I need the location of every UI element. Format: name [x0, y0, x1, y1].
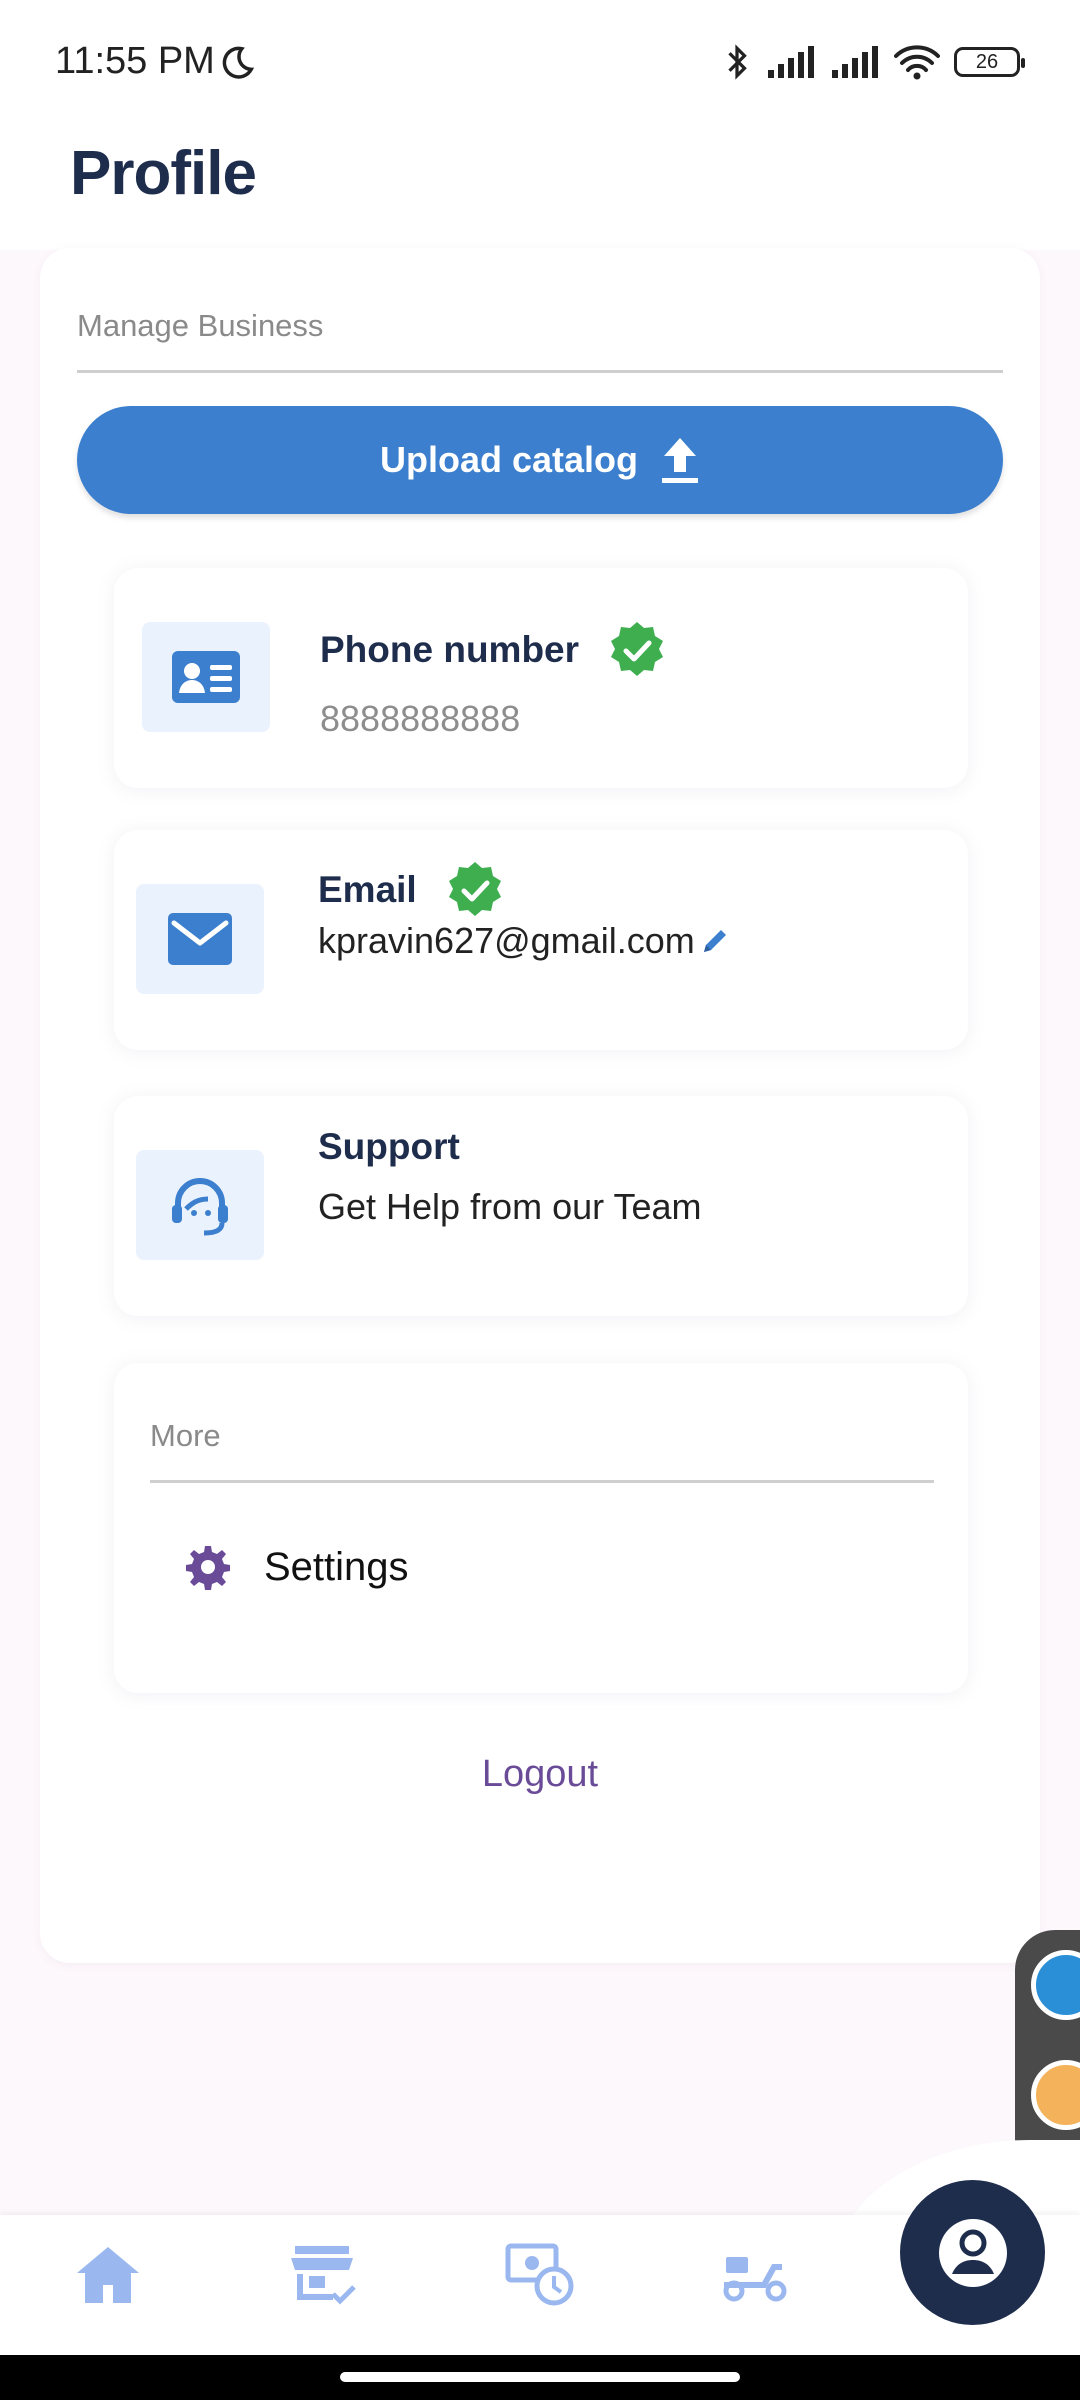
- header: Profile: [0, 120, 1080, 250]
- mail-icon: [168, 913, 232, 965]
- nav-payments[interactable]: [500, 2235, 580, 2315]
- bluetooth-icon: [728, 44, 747, 80]
- page-title: Profile: [70, 139, 257, 208]
- support-agent-icon: [172, 1178, 228, 1236]
- nav-profile[interactable]: [900, 2180, 1045, 2325]
- more-label: More: [150, 1418, 221, 1453]
- home-indicator[interactable]: [340, 2372, 740, 2382]
- wifi-icon: [894, 45, 940, 80]
- phone-number-card[interactable]: Phone number 8888888888: [114, 568, 968, 788]
- status-bar: 11:55 PM 26: [0, 0, 1080, 120]
- phone-number-title: Phone number: [320, 629, 580, 670]
- mail-icon-tile: [136, 884, 264, 994]
- support-icon-tile: [136, 1150, 264, 1260]
- email-value-row: kpravin627@gmail.com: [318, 920, 731, 962]
- nav-store[interactable]: [283, 2235, 363, 2315]
- gear-icon: [186, 1546, 230, 1590]
- upload-catalog-label: Upload catalog: [379, 439, 639, 480]
- home-icon: [77, 2247, 139, 2303]
- manage-business-label: Manage Business: [77, 308, 324, 343]
- nav-delivery[interactable]: [716, 2235, 796, 2315]
- edit-pencil-icon[interactable]: [699, 925, 731, 957]
- contact-card-icon: [172, 651, 240, 703]
- status-icons: 26: [722, 40, 1025, 84]
- store-check-icon: [291, 2246, 356, 2305]
- email-title-row: Email: [318, 860, 505, 920]
- support-subtitle: Get Help from our Team: [318, 1186, 702, 1227]
- phone-number-title-row: Phone number: [320, 620, 667, 680]
- upload-catalog-button[interactable]: Upload catalog: [77, 406, 1003, 514]
- email-value: kpravin627@gmail.com: [318, 920, 695, 961]
- more-card: More Settings: [114, 1363, 968, 1693]
- reward-bubble-icon[interactable]: [1031, 2060, 1080, 2130]
- profile-card: Manage Business Upload catalog Phone num…: [40, 248, 1040, 1963]
- assistant-bubble-icon[interactable]: [1031, 1950, 1080, 2020]
- upload-icon: [662, 438, 699, 483]
- verified-badge-icon: [448, 862, 501, 916]
- logout-link[interactable]: Logout: [40, 1753, 1040, 1796]
- signal-icon-2: [832, 46, 878, 78]
- settings-label: Settings: [264, 1544, 409, 1589]
- profile-icon: [938, 2218, 1007, 2287]
- verified-badge-icon: [611, 622, 664, 676]
- payment-clock-icon: [505, 2243, 574, 2306]
- signal-icon: [768, 46, 814, 78]
- settings-row[interactable]: Settings: [184, 1543, 409, 1591]
- status-time: 11:55 PM: [55, 40, 215, 82]
- support-card[interactable]: Support Get Help from our Team: [114, 1096, 968, 1316]
- divider: [77, 370, 1003, 373]
- battery-indicator: 26: [954, 47, 1025, 77]
- delivery-scooter-icon: [723, 2257, 787, 2302]
- nav-home[interactable]: [68, 2235, 148, 2315]
- support-title: Support: [318, 1126, 460, 1167]
- email-card[interactable]: Email kpravin627@gmail.com: [114, 830, 968, 1050]
- phone-number-value: 8888888888: [320, 698, 521, 739]
- email-title: Email: [318, 869, 417, 910]
- contact-card-icon-tile: [142, 622, 270, 732]
- moon-icon: [222, 46, 255, 79]
- divider: [150, 1480, 934, 1483]
